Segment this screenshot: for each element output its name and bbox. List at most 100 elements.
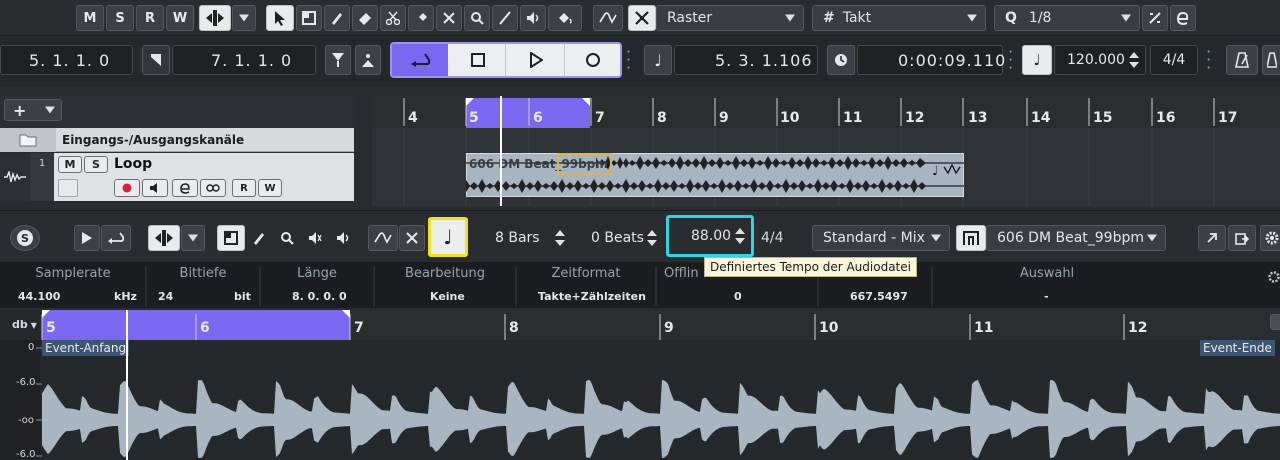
grid-type-value: Takt — [842, 10, 872, 26]
processing-value[interactable]: Keine — [430, 290, 465, 303]
quantize-q-icon: Q — [1005, 10, 1017, 26]
left-locator-field[interactable]: 5. 1. 1. 0 — [0, 45, 133, 75]
draw-tool[interactable] — [324, 5, 350, 31]
audio-bars-field[interactable]: 8 Bars — [474, 225, 572, 251]
audio-signature-value[interactable]: 4/4 — [761, 230, 784, 246]
play-tool[interactable] — [520, 5, 546, 31]
selection-value[interactable]: - — [1044, 290, 1049, 303]
editor-scrub-tool[interactable] — [302, 225, 328, 251]
iterative-quantize-button[interactable] — [1142, 5, 1168, 31]
editor-play-button[interactable] — [74, 225, 100, 251]
algorithm-dropdown[interactable]: Standard - Mix — [812, 225, 950, 251]
range-tool[interactable] — [296, 5, 322, 31]
color-tool[interactable] — [548, 5, 582, 31]
grid-type-dropdown[interactable]: # Takt — [812, 5, 986, 31]
metronome-button[interactable] — [1226, 45, 1258, 75]
autoscroll-button[interactable] — [199, 5, 231, 31]
left-locator-marker[interactable] — [142, 45, 170, 75]
offline-value[interactable]: 0 — [734, 290, 742, 303]
svg-text:S: S — [21, 232, 29, 245]
apply-quantize-button[interactable] — [1170, 5, 1196, 31]
timeformat-value[interactable]: Takte+Zählzeiten — [538, 290, 646, 303]
position-bars-field[interactable]: 5. 3. 1.106 — [674, 45, 818, 75]
autoscroll-dropdown[interactable] — [232, 5, 256, 31]
erase-tool[interactable] — [352, 5, 378, 31]
length-value[interactable]: 8. 0. 0. 0 — [292, 290, 347, 303]
export-button[interactable] — [1228, 225, 1256, 251]
spin-arrows-icon[interactable] — [555, 230, 565, 246]
spin-arrows-icon[interactable] — [1129, 52, 1139, 68]
line-tool[interactable] — [492, 5, 518, 31]
play-icon — [82, 232, 92, 244]
musical-mode-button[interactable]: ♩ — [428, 217, 468, 257]
editor-autoscroll-dropdown[interactable] — [181, 225, 205, 251]
info-header-timeformat: Zeitformat — [551, 266, 621, 281]
right-locator-field[interactable]: 7. 1. 1. 0 — [172, 45, 316, 75]
editor-zero-crossing-button[interactable] — [399, 225, 425, 251]
glue-tool[interactable] — [408, 5, 434, 31]
solo-s-circle-icon: S — [17, 230, 33, 246]
samplerate-value[interactable]: 44.100 — [18, 290, 60, 303]
range-icon — [302, 11, 316, 25]
editor-ruler-ticks — [41, 310, 1125, 340]
info-value-6[interactable]: 667.5497 — [850, 290, 908, 303]
chevron-down-icon — [1147, 234, 1157, 242]
tempo-track-button[interactable]: ♩ — [1022, 45, 1052, 75]
record-button[interactable] — [566, 44, 620, 76]
object-select-tool[interactable] — [266, 5, 294, 31]
editor-range-tool[interactable] — [217, 225, 245, 251]
mute-mode-button[interactable]: M — [76, 5, 104, 31]
audio-beats-field[interactable]: 0 Beats — [574, 225, 662, 251]
clip-icon-button[interactable] — [956, 225, 986, 251]
editor-ruler-scroll-button[interactable] — [1270, 314, 1280, 330]
clip-dropdown[interactable]: 606 DM Beat_99bpm — [986, 225, 1166, 251]
project-cursor — [500, 128, 502, 206]
gear-icon[interactable] — [1268, 270, 1280, 284]
quantize-dropdown[interactable]: Q 1/8 — [994, 5, 1140, 31]
editor-autoscroll-button[interactable] — [148, 225, 180, 251]
editor-draw-tool[interactable] — [246, 225, 272, 251]
editor-loop-button[interactable] — [101, 225, 131, 251]
clip-bracket-icon — [963, 231, 979, 245]
write-automation-button[interactable]: W — [166, 5, 194, 31]
read-automation-button[interactable]: R — [136, 5, 164, 31]
snap-type-icon-button[interactable] — [628, 5, 656, 31]
position-format-note[interactable]: ♩ — [644, 45, 672, 75]
settings-button[interactable] — [1260, 225, 1280, 251]
zoom-tool[interactable] — [464, 5, 490, 31]
editor-snap-toggle[interactable] — [368, 225, 398, 251]
position-time-format[interactable] — [827, 45, 855, 75]
open-in-new-window-button[interactable] — [1198, 225, 1226, 251]
cycle-button[interactable] — [392, 44, 448, 76]
stop-button[interactable] — [450, 44, 506, 76]
punch-out-button[interactable] — [355, 45, 381, 75]
quantize-value: 1/8 — [1028, 10, 1052, 26]
audio-waveform — [42, 380, 1280, 458]
signature-field[interactable]: 4/4 — [1150, 45, 1198, 75]
snap-type-dropdown[interactable]: Raster — [656, 5, 804, 31]
bitdepth-value[interactable]: 24 — [158, 290, 173, 303]
editor-zoom-tool[interactable] — [274, 225, 300, 251]
audio-tempo-field[interactable]: 88.00 — [666, 215, 754, 257]
glue-icon — [417, 13, 427, 23]
snap-toggle[interactable] — [593, 5, 623, 31]
spin-arrows-icon[interactable] — [647, 230, 657, 246]
tempo-field[interactable]: 120.000 — [1054, 45, 1146, 75]
punch-in-icon — [332, 53, 344, 67]
mute-tool[interactable] — [436, 5, 462, 31]
split-tool[interactable] — [380, 5, 406, 31]
click-settings-button[interactable] — [1262, 45, 1280, 75]
editor-ruler-bar: 11 — [974, 320, 994, 336]
samplerate-unit: kHz — [114, 290, 137, 303]
right-locator-value: 7. 1. 1. 0 — [211, 50, 293, 70]
snap-type-value: Raster — [667, 10, 713, 26]
editor-solo-button[interactable]: S — [10, 225, 40, 251]
punch-in-button[interactable] — [325, 45, 351, 75]
editor-playback-cursor[interactable] — [126, 310, 128, 460]
spin-arrows-icon[interactable] — [735, 228, 745, 244]
solo-mode-button[interactable]: S — [106, 5, 134, 31]
play-button[interactable] — [507, 44, 565, 76]
editor-play-tool[interactable] — [330, 225, 356, 251]
line-icon — [499, 11, 511, 25]
position-time-field[interactable]: 0:00:09.110 — [857, 45, 1005, 75]
